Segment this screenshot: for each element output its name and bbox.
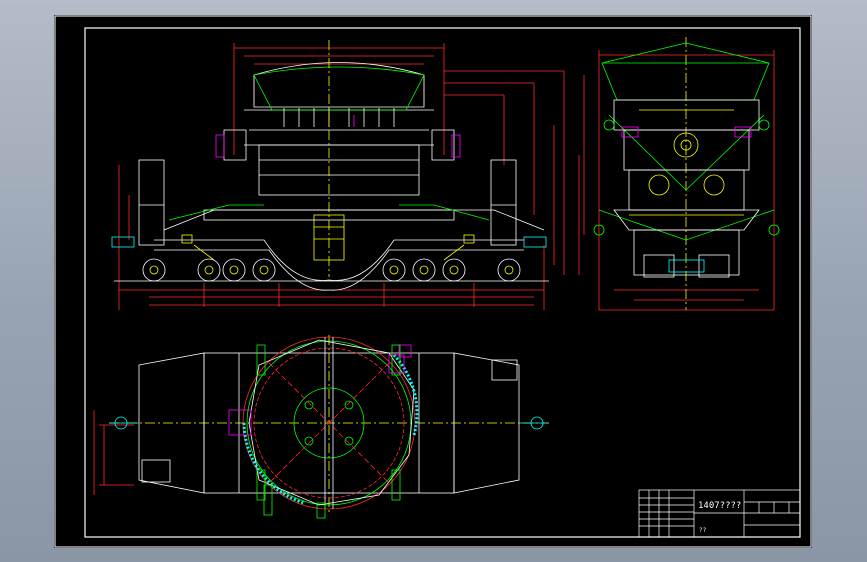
ladle-body-side <box>613 99 760 278</box>
ladle-body-front <box>223 62 455 196</box>
front-view-dimensions <box>118 43 565 310</box>
plan-view <box>93 335 549 519</box>
cad-viewport[interactable]: 1407???? ?? <box>54 15 812 548</box>
inner-frame <box>84 27 801 538</box>
side-view <box>578 37 780 311</box>
side-pivots <box>629 109 744 216</box>
plan-brackets <box>256 344 401 519</box>
trunnion-pins <box>215 115 461 158</box>
side-view-dimensions <box>578 50 775 311</box>
title-block <box>638 489 801 538</box>
side-trunnions <box>621 126 752 138</box>
wheelset <box>142 258 521 282</box>
outer-frame <box>54 15 812 548</box>
front-view <box>111 40 565 310</box>
ladle-outline-front <box>253 66 425 111</box>
car-chassis <box>138 159 545 291</box>
ladle-outline-side <box>598 42 775 241</box>
plan-lugs <box>228 344 412 436</box>
rim-teeth <box>283 108 395 127</box>
drawing-sheet: 1407???? ?? <box>54 15 812 548</box>
sheet-label: ?? <box>699 527 707 534</box>
drawing-number: 1407???? <box>698 501 741 511</box>
